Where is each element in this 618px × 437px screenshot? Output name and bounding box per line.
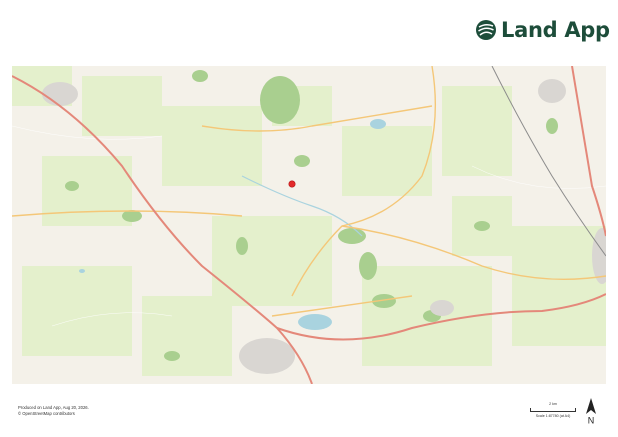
map-view[interactable] xyxy=(12,66,606,384)
land-app-logo: Land App xyxy=(475,18,610,42)
north-arrow-icon: N xyxy=(586,398,596,426)
location-marker[interactable] xyxy=(288,180,296,188)
produced-credit: Produced on Land App, Aug 20, 2026. xyxy=(18,405,89,410)
scale-ratio: Scale 1:87780 (at A4) xyxy=(535,414,571,418)
north-label: N xyxy=(588,416,595,426)
scale-bar: 2 km Scale 1:87780 (at A4) xyxy=(530,402,576,418)
logo-text: Land App xyxy=(501,18,610,42)
land-app-logo-icon xyxy=(476,20,496,40)
scale-line xyxy=(530,407,576,412)
map-credits: Produced on Land App, Aug 20, 2026. © Op… xyxy=(18,405,89,416)
north-arrow: N xyxy=(583,397,599,426)
osm-credit: © OpenStreetMap contributors xyxy=(18,410,75,416)
scale-distance: 2 km xyxy=(549,402,557,406)
